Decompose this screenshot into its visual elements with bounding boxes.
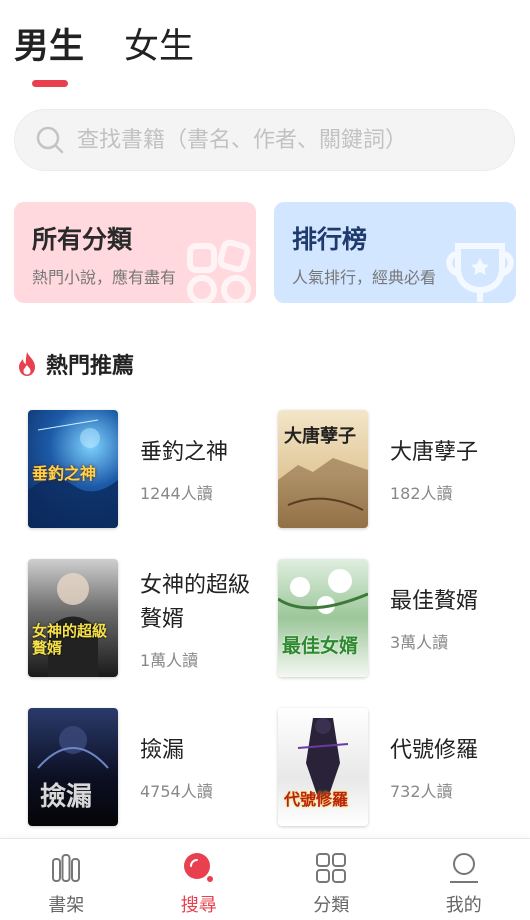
card-title: 所有分類 bbox=[32, 225, 133, 254]
section-header: 熱門推薦 bbox=[16, 348, 134, 380]
fire-icon bbox=[19, 352, 35, 376]
book-item[interactable]: 女神的超級贅婿 女神的超級贅婿 1萬人讀 bbox=[28, 559, 278, 679]
book-item[interactable]: 大唐孽子 大唐孽子 182人讀 bbox=[278, 410, 528, 530]
tab-female[interactable]: 女生 bbox=[124, 24, 194, 70]
book-reads: 1萬人讀 bbox=[140, 651, 199, 670]
gender-tabs: 男生 女生 bbox=[14, 24, 194, 70]
cover-title: 撿漏 bbox=[40, 782, 93, 812]
book-title: 最佳贅婿 bbox=[390, 589, 479, 614]
nav-profile[interactable]: 我的 bbox=[398, 839, 530, 920]
book-item[interactable]: 最佳女婿 最佳贅婿 3萬人讀 bbox=[278, 559, 528, 679]
book-reads: 4754人讀 bbox=[140, 782, 213, 801]
book-item[interactable]: 撿漏 撿漏 4754人讀 bbox=[28, 708, 278, 828]
cover-title: 代號修羅 bbox=[284, 790, 349, 809]
search-input[interactable] bbox=[77, 127, 497, 153]
book-title: 女神的超級贅婿 bbox=[140, 573, 251, 632]
book-cover: 代號修羅 bbox=[278, 708, 368, 826]
search-bar[interactable] bbox=[14, 109, 515, 171]
book-item[interactable]: 代號修羅 代號修羅 732人讀 bbox=[278, 708, 528, 828]
card-title: 排行榜 bbox=[292, 225, 368, 254]
book-item[interactable]: 垂釣之神 垂釣之神 1244人讀 bbox=[28, 410, 278, 530]
trophy-icon bbox=[446, 243, 514, 302]
nav-bookshelf[interactable]: 書架 bbox=[0, 839, 133, 920]
profile-icon bbox=[449, 853, 478, 883]
search-icon bbox=[36, 126, 64, 154]
book-cover: 大唐孽子 bbox=[278, 410, 368, 528]
card-subtitle: 熱門小說，應有盡有 bbox=[32, 268, 177, 287]
cover-art bbox=[48, 573, 98, 677]
cover-title: 大唐孽子 bbox=[284, 426, 356, 447]
book-cover: 垂釣之神 bbox=[28, 410, 118, 528]
cover-title: 最佳女婿 bbox=[282, 635, 359, 657]
all-categories-card[interactable]: 所有分類 熱門小說，應有盡有 bbox=[14, 202, 256, 303]
book-cover: 最佳女婿 bbox=[278, 559, 368, 677]
grid-icon bbox=[316, 853, 347, 883]
cover-art bbox=[278, 569, 368, 614]
cover-title: 女神的超級贅婿 bbox=[32, 622, 108, 657]
book-reads: 732人讀 bbox=[390, 782, 453, 801]
nav-label: 我的 bbox=[445, 895, 482, 916]
bottom-nav: 書架 搜尋 分類 我的 bbox=[0, 838, 530, 920]
bookshelf-icon bbox=[52, 854, 81, 882]
book-reads: 3萬人讀 bbox=[390, 633, 449, 652]
card-subtitle: 人氣排行，經典必看 bbox=[292, 268, 437, 287]
active-tab-indicator bbox=[32, 80, 68, 87]
book-cover: 撿漏 bbox=[28, 708, 118, 826]
book-title: 垂釣之神 bbox=[140, 440, 229, 465]
ranking-card[interactable]: 排行榜 人氣排行，經典必看 bbox=[274, 202, 516, 303]
book-reads: 1244人讀 bbox=[140, 484, 213, 503]
search-icon bbox=[183, 853, 213, 882]
book-title: 大唐孽子 bbox=[390, 440, 479, 465]
nav-label: 分類 bbox=[313, 895, 350, 916]
nav-label: 搜尋 bbox=[180, 895, 217, 916]
book-title: 代號修羅 bbox=[390, 738, 479, 763]
book-cover: 女神的超級贅婿 bbox=[28, 559, 118, 677]
nav-search[interactable]: 搜尋 bbox=[133, 839, 266, 920]
cover-title: 垂釣之神 bbox=[32, 464, 97, 483]
tab-male[interactable]: 男生 bbox=[14, 24, 84, 70]
book-reads: 182人讀 bbox=[390, 484, 453, 503]
book-title: 撿漏 bbox=[140, 738, 185, 763]
nav-categories[interactable]: 分類 bbox=[265, 839, 398, 920]
section-title: 熱門推薦 bbox=[46, 354, 135, 379]
shapes-icon bbox=[187, 239, 251, 303]
nav-label: 書架 bbox=[48, 895, 85, 916]
